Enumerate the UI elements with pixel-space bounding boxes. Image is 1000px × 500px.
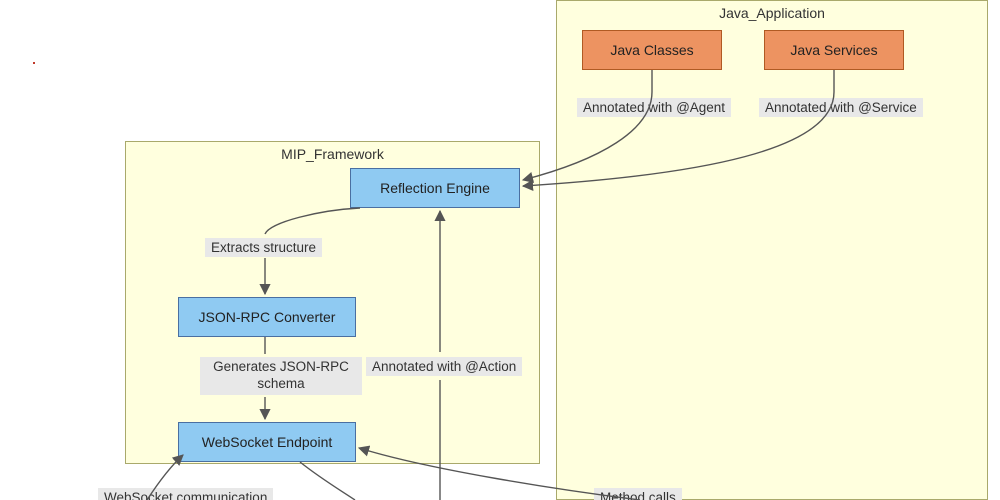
edge-label-method-calls: Method calls	[594, 488, 682, 500]
decorative-dot	[33, 62, 35, 64]
node-websocket-endpoint: WebSocket Endpoint	[178, 422, 356, 462]
node-reflection-engine-label: Reflection Engine	[380, 180, 490, 197]
cluster-java-application: Java_Application	[556, 0, 988, 500]
edge-label-annotated-action: Annotated with @Action	[366, 357, 522, 376]
diagram-stage: Java_Application MIP_Framework Java Clas…	[0, 0, 1000, 500]
edge-ws-out	[300, 462, 355, 500]
edge-label-annotated-agent: Annotated with @Agent	[577, 98, 731, 117]
cluster-mip-framework-title: MIP_Framework	[126, 146, 539, 162]
node-java-services: Java Services	[764, 30, 904, 70]
edge-label-annotated-service: Annotated with @Service	[759, 98, 923, 117]
edge-label-extracts-structure: Extracts structure	[205, 238, 322, 257]
node-java-classes: Java Classes	[582, 30, 722, 70]
edge-label-websocket-communication: WebSocket communication	[98, 488, 273, 500]
node-java-services-label: Java Services	[790, 42, 877, 59]
edge-label-generates-schema: Generates JSON-RPC schema	[200, 357, 362, 395]
node-java-classes-label: Java Classes	[610, 42, 693, 59]
node-websocket-endpoint-label: WebSocket Endpoint	[202, 434, 333, 451]
node-json-rpc-converter: JSON-RPC Converter	[178, 297, 356, 337]
cluster-java-application-title: Java_Application	[557, 5, 987, 21]
node-reflection-engine: Reflection Engine	[350, 168, 520, 208]
node-json-rpc-converter-label: JSON-RPC Converter	[199, 309, 336, 326]
